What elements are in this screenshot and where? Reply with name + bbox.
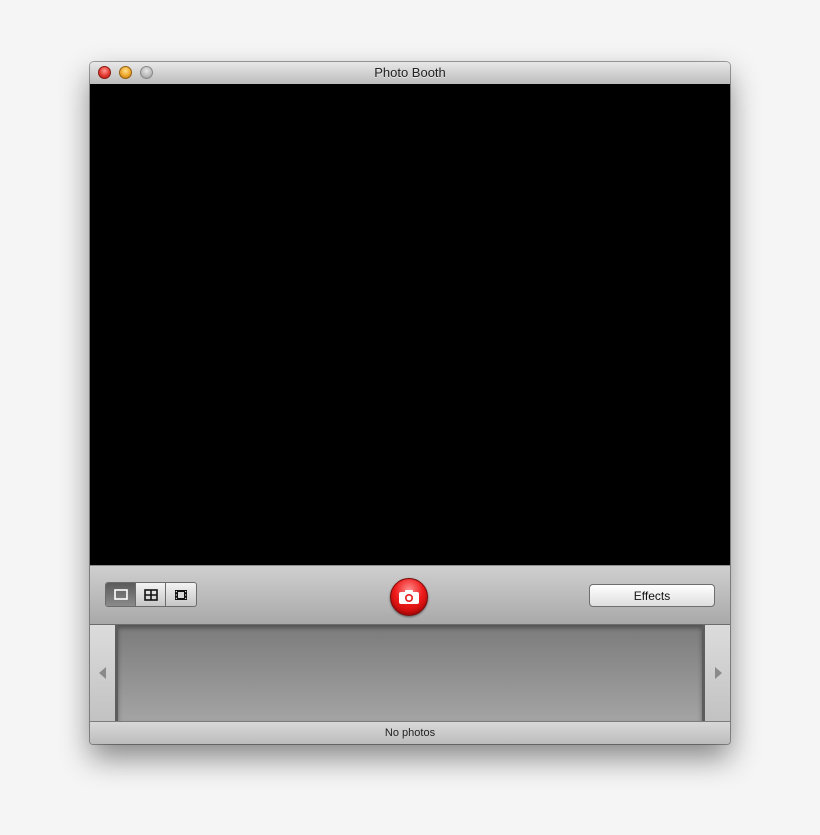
photo-count-status: No photos xyxy=(384,727,436,739)
window-title: Photo Booth xyxy=(374,65,446,80)
photo-tray xyxy=(90,624,730,721)
triangle-left-icon xyxy=(98,667,106,679)
photo-strip[interactable] xyxy=(118,625,702,721)
take-photo-button[interactable] xyxy=(390,578,428,616)
status-bar: No photos xyxy=(90,721,730,744)
camera-icon xyxy=(399,590,419,604)
camera-preview xyxy=(90,84,730,565)
title-bar[interactable]: Photo Booth xyxy=(90,62,730,85)
single-photo-mode-button[interactable] xyxy=(106,583,136,606)
triangle-right-icon xyxy=(714,667,722,679)
scroll-right-button[interactable] xyxy=(702,625,730,721)
single-frame-icon xyxy=(113,589,128,600)
four-up-mode-button[interactable] xyxy=(136,583,166,606)
film-strip-icon xyxy=(175,589,187,600)
effects-button[interactable]: Effects xyxy=(589,584,715,607)
layout-mode-selector xyxy=(105,582,197,607)
photo-booth-window: Photo Booth Effects No photos xyxy=(90,62,730,744)
grid-icon xyxy=(143,588,158,601)
toolbar: Effects xyxy=(90,565,730,624)
scroll-left-button[interactable] xyxy=(90,625,118,721)
movie-clip-mode-button[interactable] xyxy=(166,583,196,606)
